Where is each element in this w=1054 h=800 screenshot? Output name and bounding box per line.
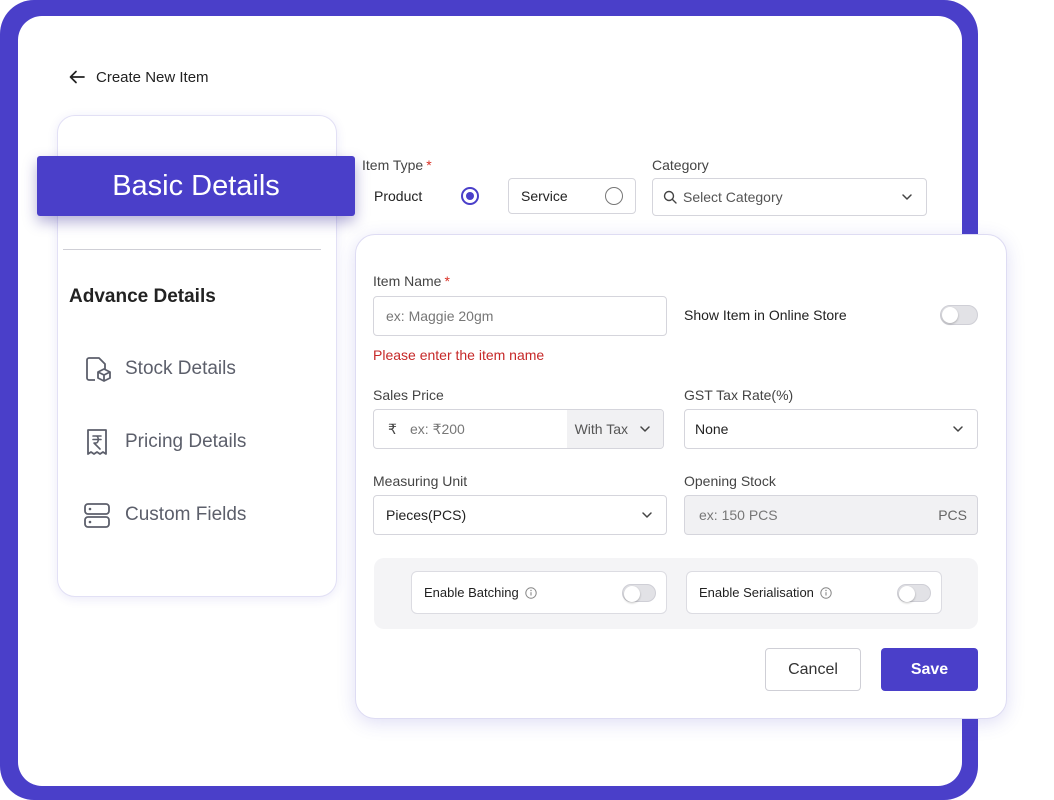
info-icon <box>820 586 832 599</box>
sales-price-input[interactable]: ex: ₹200 <box>410 421 567 438</box>
measuring-unit-select[interactable]: Pieces(PCS) <box>373 495 667 535</box>
rupee-icon: ₹ <box>388 420 397 437</box>
serialisation-toggle[interactable] <box>897 583 931 602</box>
item-name-label: Item Name * <box>373 273 450 289</box>
item-name-input[interactable]: ex: Maggie 20gm <box>373 296 667 336</box>
category-label: Category <box>652 157 709 173</box>
chevron-down-icon <box>640 426 650 432</box>
sidebar-item-label: Custom Fields <box>125 504 247 525</box>
online-store-label: Show Item in Online Store <box>684 307 847 323</box>
radio-selected-icon[interactable] <box>461 187 480 205</box>
category-select[interactable]: Select Category <box>652 178 927 216</box>
enable-serialisation-box: Enable Serialisation <box>686 571 942 614</box>
sidebar-item-stock-details[interactable]: Stock Details <box>82 354 236 384</box>
save-button[interactable]: Save <box>881 648 978 691</box>
sidebar-item-custom-fields[interactable]: Custom Fields <box>82 500 246 530</box>
radio-unselected-icon[interactable] <box>605 187 623 205</box>
cancel-button[interactable]: Cancel <box>765 648 861 691</box>
stock-box-icon <box>86 357 111 382</box>
opening-stock-unit: PCS <box>938 507 967 523</box>
server-stack-icon <box>84 503 110 528</box>
item-type-label: Item Type * <box>362 157 432 173</box>
back-button[interactable]: Create New Item <box>68 68 209 86</box>
chevron-down-icon <box>902 194 912 200</box>
rupee-receipt-icon <box>87 429 107 455</box>
search-icon <box>663 190 677 204</box>
page-title: Create New Item <box>96 68 209 86</box>
sidebar-divider <box>63 249 321 250</box>
opening-stock-label: Opening Stock <box>684 473 776 489</box>
chevron-down-icon <box>642 512 652 518</box>
opening-stock-input[interactable]: ex: 150 PCS PCS <box>684 495 978 535</box>
gst-label: GST Tax Rate(%) <box>684 387 794 403</box>
online-store-toggle[interactable] <box>940 305 978 325</box>
item-name-error: Please enter the item name <box>373 347 545 363</box>
advance-details-heading: Advance Details <box>69 286 216 307</box>
tax-mode-select[interactable]: With Tax <box>566 410 663 448</box>
arrow-left-icon <box>69 70 85 84</box>
radio-product[interactable]: Product <box>362 178 480 214</box>
sales-price-field: ₹ ex: ₹200 With Tax <box>373 409 664 449</box>
chevron-down-icon <box>953 426 963 432</box>
batching-toggle[interactable] <box>622 583 656 602</box>
tab-basic-details[interactable]: Basic Details <box>37 156 355 216</box>
sidebar-item-pricing-details[interactable]: Pricing Details <box>82 427 246 457</box>
sales-price-label: Sales Price <box>373 387 444 403</box>
gst-select[interactable]: None <box>684 409 978 449</box>
info-icon <box>524 586 537 599</box>
enable-batching-box: Enable Batching <box>411 571 667 614</box>
sidebar-item-label: Pricing Details <box>125 431 247 452</box>
measuring-unit-label: Measuring Unit <box>373 473 468 489</box>
sidebar-item-label: Stock Details <box>125 358 236 379</box>
radio-service[interactable]: Service <box>508 178 636 214</box>
